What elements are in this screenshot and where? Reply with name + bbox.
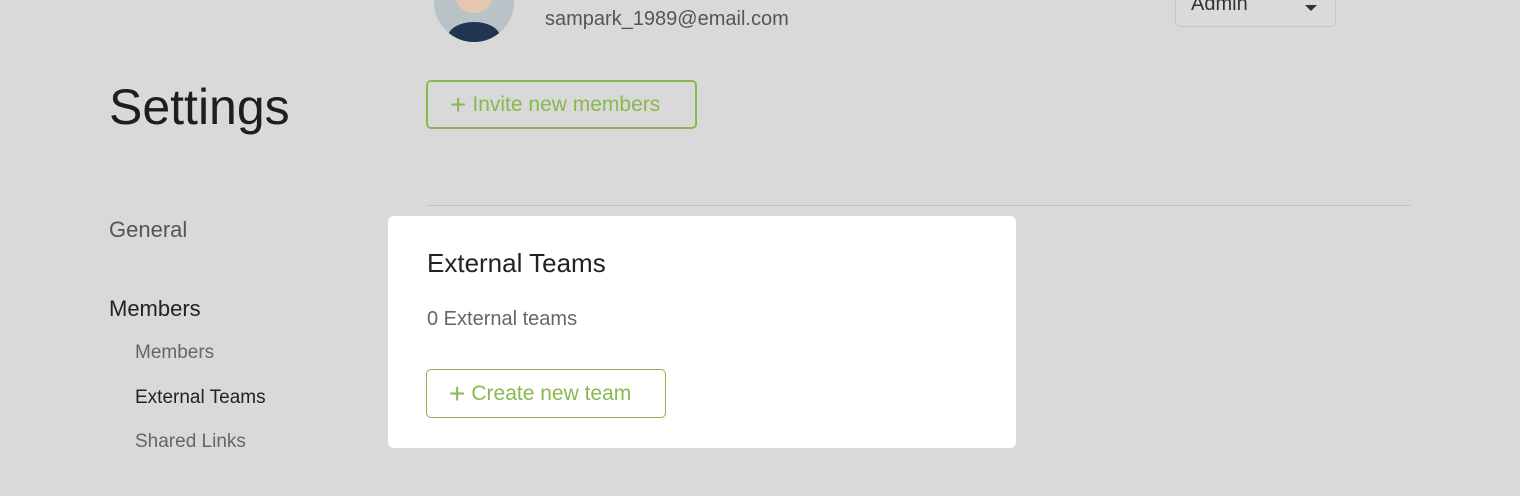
page-title: Settings xyxy=(109,79,290,135)
role-select[interactable]: Admin xyxy=(1175,0,1336,27)
user-email: sampark_1989@email.com xyxy=(545,8,789,30)
sidebar-item-shared-links[interactable]: Shared Links xyxy=(135,431,246,453)
divider xyxy=(426,205,1410,206)
sidebar-item-general[interactable]: General xyxy=(109,217,187,243)
sidebar-section-members[interactable]: Members xyxy=(109,296,201,322)
external-teams-card: External Teams 0 External teams + Create … xyxy=(388,216,1016,448)
sidebar-item-members[interactable]: Members xyxy=(135,342,214,364)
role-value: Admin xyxy=(1191,0,1248,15)
external-teams-count: 0 External teams xyxy=(427,308,578,330)
card-title: External Teams xyxy=(427,248,606,278)
avatar xyxy=(434,0,514,42)
caret-down-icon xyxy=(1305,5,1317,11)
sidebar-item-external-teams[interactable]: External Teams xyxy=(135,387,266,409)
invite-members-button[interactable]: + Invite new members xyxy=(426,80,697,129)
plus-icon: + xyxy=(449,377,466,409)
plus-icon: + xyxy=(450,88,467,120)
create-team-button[interactable]: + Create new team xyxy=(426,369,666,418)
